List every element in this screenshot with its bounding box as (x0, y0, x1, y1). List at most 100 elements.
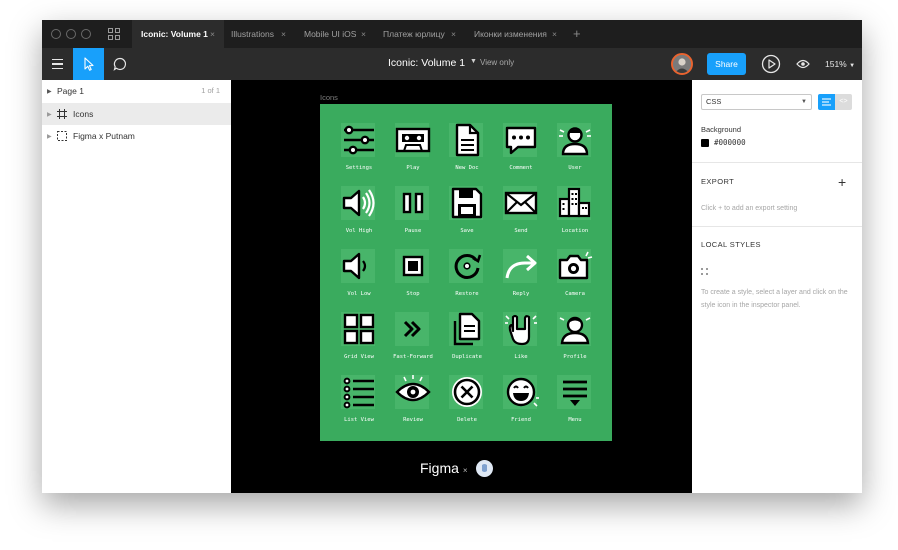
icon-cell-user[interactable]: User (540, 122, 600, 184)
share-button[interactable]: Share (707, 53, 746, 75)
tab-icon-changes[interactable]: Иконки изменения × (465, 20, 566, 48)
icon-cell-grid-view[interactable]: Grid View (324, 311, 384, 373)
frame-icon (57, 109, 67, 119)
icon-cell-delete[interactable]: Delete (432, 374, 492, 436)
local-styles-hint: To create a style, select a layer and cl… (701, 289, 848, 309)
divider (692, 162, 862, 163)
layers-panel: ▶ Page 1 1 of 1 ▶ Icons ▶ Figma x Putnam (42, 80, 231, 493)
camera-icon (558, 251, 593, 280)
times-symbol: × (462, 466, 468, 475)
code-list-view-button[interactable] (818, 94, 835, 110)
tab-close-icon[interactable]: × (552, 20, 557, 48)
tab-close-icon[interactable]: × (281, 20, 286, 48)
icon-label: Profile (563, 354, 587, 360)
local-styles-heading: LOCAL STYLES (701, 240, 761, 249)
cassette-icon (395, 127, 431, 153)
tab-close-icon[interactable]: × (210, 20, 215, 48)
icons-frame[interactable]: Settings Play New Doc Comment User Vol H… (320, 104, 612, 441)
icon-cell-pause[interactable]: Pause (378, 185, 438, 247)
tab-close-icon[interactable]: × (451, 20, 456, 48)
page-count: 1 of 1 (201, 86, 220, 95)
volume-low-icon (342, 252, 367, 280)
background-hex[interactable]: #000000 (714, 138, 746, 147)
chevron-down-icon[interactable]: ▼ (470, 58, 477, 65)
icon-cell-new-doc[interactable]: New Doc (432, 122, 492, 184)
icon-cell-vol-high[interactable]: Vol High (324, 185, 384, 247)
icon-cell-settings[interactable]: Settings (324, 122, 384, 184)
stop-icon (402, 255, 424, 277)
restore-icon (454, 253, 482, 279)
fast-forward-icon (403, 320, 421, 338)
icon-cell-duplicate[interactable]: Duplicate (432, 311, 492, 373)
properties-panel: CSS ▼ <> Background #000000 EXPORT + Cli… (692, 80, 862, 493)
tab-close-icon[interactable]: × (361, 20, 366, 48)
volume-high-icon (342, 189, 375, 217)
icon-cell-location[interactable]: Location (540, 185, 600, 247)
add-tab-button[interactable]: + (573, 20, 581, 48)
user-photo-icon (673, 55, 691, 73)
icon-cell-reply[interactable]: Reply (486, 248, 546, 310)
tab-payment[interactable]: Платеж юрлицу × (374, 20, 465, 48)
main-menu-icon[interactable] (52, 59, 63, 72)
icon-cell-stop[interactable]: Stop (378, 248, 438, 310)
profile-icon (559, 316, 591, 345)
icon-cell-profile[interactable]: Profile (540, 311, 600, 373)
canvas[interactable]: Icons Settings Play New Doc Comment User… (231, 80, 854, 493)
duplicate-icon (453, 312, 481, 346)
layer-row-figma-x-putnam[interactable]: ▶ Figma x Putnam (42, 125, 231, 147)
minimize-window-dot[interactable] (66, 29, 76, 39)
comment-tool-icon[interactable] (112, 56, 128, 72)
code-language-select[interactable]: CSS ▼ (701, 94, 812, 110)
icon-cell-camera[interactable]: Camera (540, 248, 600, 310)
frame-label[interactable]: Icons (320, 93, 338, 102)
grid-icon (343, 313, 375, 345)
layer-row-icons[interactable]: ▶ Icons (42, 103, 231, 125)
file-title[interactable]: Iconic: Volume 1 (388, 57, 465, 69)
move-tool-button[interactable] (73, 48, 104, 80)
figma-x-putnam-credit[interactable]: Figma × (420, 460, 493, 477)
present-play-icon[interactable] (761, 54, 781, 74)
tab-illustrations[interactable]: Illustrations × (222, 20, 295, 48)
icon-cell-play[interactable]: Play (378, 122, 438, 184)
zoom-value: 151% (825, 59, 847, 69)
icon-cell-send[interactable]: Send (486, 185, 546, 247)
reply-arrow-icon (505, 254, 537, 279)
caret-right-icon[interactable]: ▶ (47, 133, 52, 140)
tab-label: Mobile UI iOS (304, 29, 357, 39)
zoom-level[interactable]: 151% ▼ (825, 59, 855, 69)
icon-cell-review[interactable]: Review (378, 374, 438, 436)
caret-right-icon[interactable]: ▶ (47, 111, 52, 118)
icon-cell-restore[interactable]: Restore (432, 248, 492, 310)
tab-iconic-volume-1[interactable]: Iconic: Volume 1 × (132, 20, 224, 48)
tab-label: Иконки изменения (474, 29, 547, 39)
tab-label: Iconic: Volume 1 (141, 29, 208, 39)
icon-cell-save[interactable]: Save (432, 185, 492, 247)
icon-cell-comment[interactable]: Comment (486, 122, 546, 184)
export-heading: EXPORT (701, 177, 735, 186)
close-window-dot[interactable] (51, 29, 61, 39)
sliders-icon (344, 125, 374, 155)
maximize-window-dot[interactable] (81, 29, 91, 39)
icon-cell-friend[interactable]: Friend (486, 374, 546, 436)
speech-bubble-icon (505, 126, 537, 155)
tab-mobile-ui-ios[interactable]: Mobile UI iOS × (295, 20, 375, 48)
icon-cell-vol-low[interactable]: Vol Low (324, 248, 384, 310)
avatar[interactable] (671, 53, 693, 75)
delete-circle-icon (452, 377, 482, 407)
files-grid-icon[interactable] (108, 28, 120, 40)
tab-label: Illustrations (231, 29, 274, 39)
icon-cell-menu[interactable]: Menu (540, 374, 600, 436)
putnam-logo-icon (476, 460, 493, 477)
code-raw-view-button[interactable]: <> (835, 94, 852, 110)
page-selector[interactable]: ▶ Page 1 1 of 1 (42, 80, 231, 102)
eye-icon (395, 375, 431, 402)
preview-eye-icon[interactable] (796, 58, 810, 70)
background-swatch[interactable] (701, 139, 709, 147)
add-export-button[interactable]: + (838, 174, 846, 190)
icon-cell-fast-forward[interactable]: Fast-Forward (378, 311, 438, 373)
chevron-down-icon: ▼ (849, 63, 856, 69)
toolbar: Iconic: Volume 1 ▼ View only Share 151% … (42, 48, 862, 80)
icon-cell-list-view[interactable]: List View (324, 374, 384, 436)
pause-icon (402, 192, 424, 214)
icon-cell-like[interactable]: Like (486, 311, 546, 373)
